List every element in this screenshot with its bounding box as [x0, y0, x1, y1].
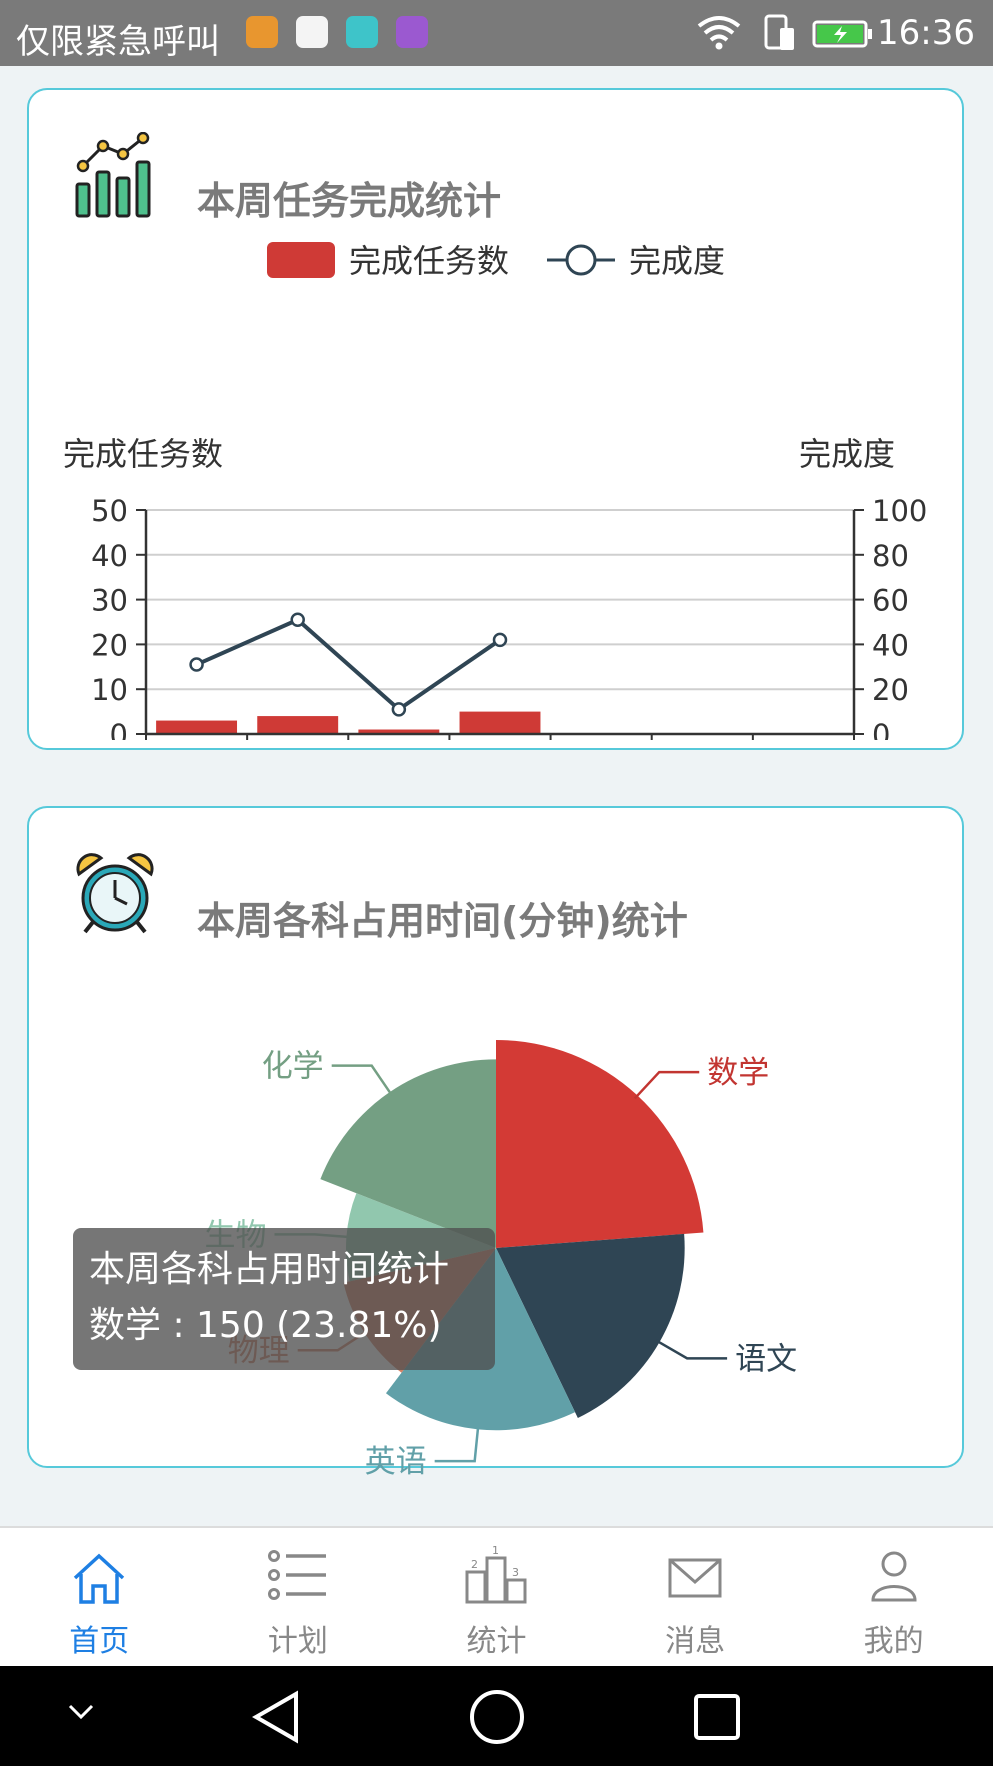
bar-chart-icon: [75, 132, 151, 218]
pie-slice-label: 数学: [707, 1055, 769, 1091]
health-app-icon: [296, 16, 328, 48]
bottom-tab-bar: 首页 计划 1 2 3 统计 消息 我的: [0, 1526, 993, 1668]
pie-label-line: [655, 1339, 728, 1360]
y-right-tick-label: 20: [872, 673, 909, 707]
time-card-title: 本周各科占用时间(分钟)统计: [197, 899, 688, 943]
legend-bar-label[interactable]: 完成任务数: [349, 242, 509, 280]
legend-line-marker[interactable]: [565, 244, 597, 276]
pie-slice-label: 语文: [735, 1341, 797, 1377]
user-icon: [871, 1551, 917, 1602]
system-nav-bar: [0, 1666, 993, 1766]
y-axis-left-title: 完成任务数: [63, 435, 223, 473]
podium-icon: 1 2 3: [465, 1544, 527, 1604]
task-stats-card: 本周任务完成统计 完成任务数 完成度 完成任务数 完成度 0 10 20 30 40 50…: [27, 88, 964, 750]
y-axis-right-title: 完成度: [799, 435, 895, 473]
task-combo-chart: 完成任务数 完成度 完成任务数 完成度 0 10 20 30 40 50 0 20 40 60 80…: [63, 242, 927, 740]
clock-time: 16:36: [877, 13, 975, 53]
tab-home[interactable]: 首页: [0, 1528, 199, 1668]
line-point[interactable]: [492, 632, 508, 648]
y-left-tick-label: 30: [91, 584, 128, 618]
tab-messages[interactable]: 消息: [596, 1528, 795, 1668]
carrier-text: 仅限紧急呼叫: [16, 22, 220, 62]
tab-mine[interactable]: 我的: [794, 1528, 993, 1668]
pie-label-line: [434, 1425, 480, 1463]
y-right-tick-label: 60: [872, 584, 909, 618]
svg-text:3: 3: [512, 1566, 519, 1579]
y-left-tick-label: 40: [91, 539, 128, 573]
alarm-clock-icon: [76, 853, 154, 934]
wifi-icon: [697, 16, 741, 50]
mail-icon: [668, 1558, 722, 1598]
y-right-tick-label: 100: [872, 494, 927, 528]
home-icon: [74, 1553, 125, 1604]
pie-slice-label: 英语: [365, 1444, 427, 1480]
pie-slice-label: 化学: [262, 1049, 324, 1085]
pie-tooltip: 本周各科占用时间统计 数学 : 150 (23.81%): [73, 1228, 495, 1370]
gallery-app-icon: [396, 16, 428, 48]
tab-plan-label: 计划: [267, 1624, 328, 1659]
tooltip-value: 数学 : 150 (23.81%): [89, 1305, 442, 1346]
y-right-tick-label: 0: [872, 718, 890, 740]
y-left-tick-label: 20: [91, 628, 128, 662]
line-point[interactable]: [290, 612, 305, 628]
pie-label-line: [331, 1064, 394, 1097]
bar-mark[interactable]: [156, 720, 238, 734]
tab-mine-label: 我的: [863, 1624, 924, 1659]
home-circle-icon[interactable]: [468, 1688, 526, 1746]
squirrel-app-icon: [246, 16, 278, 48]
y-left-tick-label: 50: [91, 494, 128, 528]
tab-stats-label: 统计: [466, 1624, 527, 1659]
list-icon: [267, 1550, 326, 1600]
bar-mark[interactable]: [459, 711, 541, 734]
line-point[interactable]: [189, 657, 204, 672]
collapse-icon[interactable]: [66, 1702, 96, 1722]
android-app-icon: [346, 16, 378, 48]
pie-label-line: [633, 1070, 700, 1100]
task-card-title: 本周任务完成统计: [197, 179, 502, 223]
svg-text:2: 2: [471, 1558, 478, 1571]
completion-line: [195, 617, 502, 712]
tab-messages-label: 消息: [665, 1624, 726, 1659]
svg-text:1: 1: [492, 1544, 499, 1557]
y-left-tick-label: 10: [91, 673, 128, 707]
y-right-tick-label: 80: [872, 539, 909, 573]
battery-icon: [812, 20, 872, 48]
y-right-tick-label: 40: [872, 628, 909, 662]
tab-plan[interactable]: 计划: [199, 1528, 398, 1668]
recents-icon[interactable]: [692, 1692, 742, 1742]
tooltip-title: 本周各科占用时间统计: [89, 1249, 450, 1290]
back-icon[interactable]: [250, 1690, 302, 1744]
y-left-tick-label: 0: [110, 718, 128, 740]
status-bar: 仅限紧急呼叫 16:36: [0, 0, 993, 66]
tab-home-label: 首页: [69, 1624, 130, 1659]
legend-line-label[interactable]: 完成度: [629, 242, 725, 280]
sim-icon: [764, 14, 794, 50]
legend-bar-swatch[interactable]: [267, 242, 335, 278]
line-point[interactable]: [391, 702, 407, 717]
bar-mark[interactable]: [257, 716, 339, 734]
tab-stats[interactable]: 1 2 3 统计: [397, 1528, 596, 1668]
